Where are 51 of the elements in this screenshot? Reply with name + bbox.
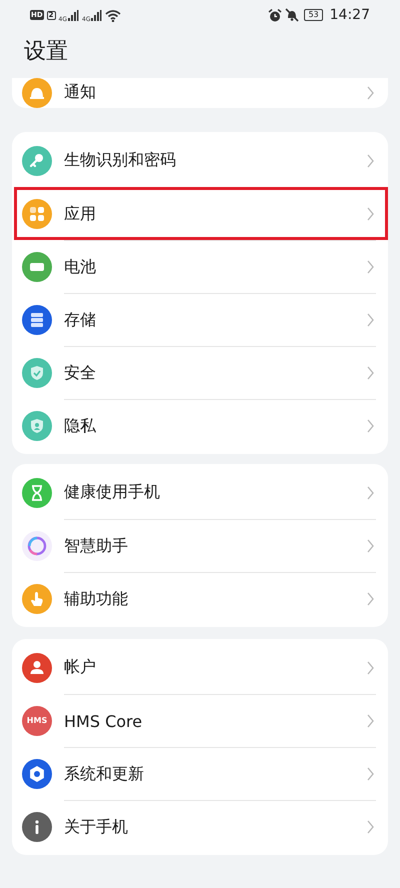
item-label: 关于手机 — [64, 816, 128, 838]
chevron-icon — [367, 767, 374, 781]
item-label: 智慧助手 — [64, 536, 128, 556]
item-label: 健康使用手机 — [64, 482, 160, 503]
settings-item[interactable]: 辅助功能 — [12, 572, 388, 625]
chevron-icon — [367, 154, 374, 168]
item-label: 应用 — [64, 204, 96, 224]
item-label: 存储 — [64, 310, 96, 330]
battery-icon: 53 — [304, 9, 323, 21]
chevron-icon — [367, 313, 374, 327]
settings-item[interactable]: 安全 — [12, 346, 388, 399]
chevron-icon — [367, 820, 374, 834]
wifi-icon — [105, 8, 122, 22]
app-logo-icon: HMS — [22, 706, 52, 736]
settings-item[interactable]: 电池 — [12, 240, 388, 293]
settings-item[interactable]: 关于手机 — [12, 800, 388, 853]
page-title: 设置 — [23, 38, 69, 66]
chevron-icon — [367, 366, 374, 380]
signal-icon — [91, 10, 102, 20]
alarm-icon — [268, 8, 282, 22]
chevron-icon — [367, 714, 374, 728]
item-label: 隐私 — [64, 416, 96, 436]
item-label: 辅助功能 — [64, 588, 128, 610]
item-label: HMS Core — [64, 712, 142, 730]
item-label: 帐户 — [64, 657, 96, 678]
chevron-icon — [367, 207, 374, 221]
signal-icon — [68, 10, 80, 20]
settings-item[interactable]: 帐户 — [12, 641, 388, 694]
item-label: 通知 — [64, 82, 96, 103]
item-label: 安全 — [64, 362, 96, 384]
item-label: 系统和更新 — [64, 764, 144, 784]
chevron-icon — [367, 592, 374, 606]
chevron-icon — [367, 660, 374, 674]
settings-item[interactable]: 通知 — [12, 78, 388, 108]
chevron-icon — [367, 486, 374, 500]
settings-item[interactable]: 应用 — [12, 187, 388, 240]
settings-item[interactable]: 健康使用手机 — [12, 466, 388, 519]
clock-time: 14:27 — [330, 7, 370, 23]
settings-item[interactable]: 生物识别和密码 — [12, 134, 388, 187]
settings-item[interactable]: HMS HMS Core — [12, 694, 388, 747]
chevron-icon — [367, 419, 374, 433]
chevron-icon — [367, 539, 374, 553]
item-label: 电池 — [64, 256, 96, 278]
settings-item[interactable]: 隐私 — [12, 399, 388, 452]
chevron-icon — [367, 86, 374, 100]
muted-bell-icon — [285, 8, 300, 22]
settings-item[interactable]: 系统和更新 — [12, 747, 388, 800]
item-label: 生物识别和密码 — [64, 150, 176, 171]
chevron-icon — [367, 260, 374, 274]
settings-item[interactable]: 智慧助手 — [12, 519, 388, 572]
settings-item[interactable]: 存储 — [12, 293, 388, 346]
